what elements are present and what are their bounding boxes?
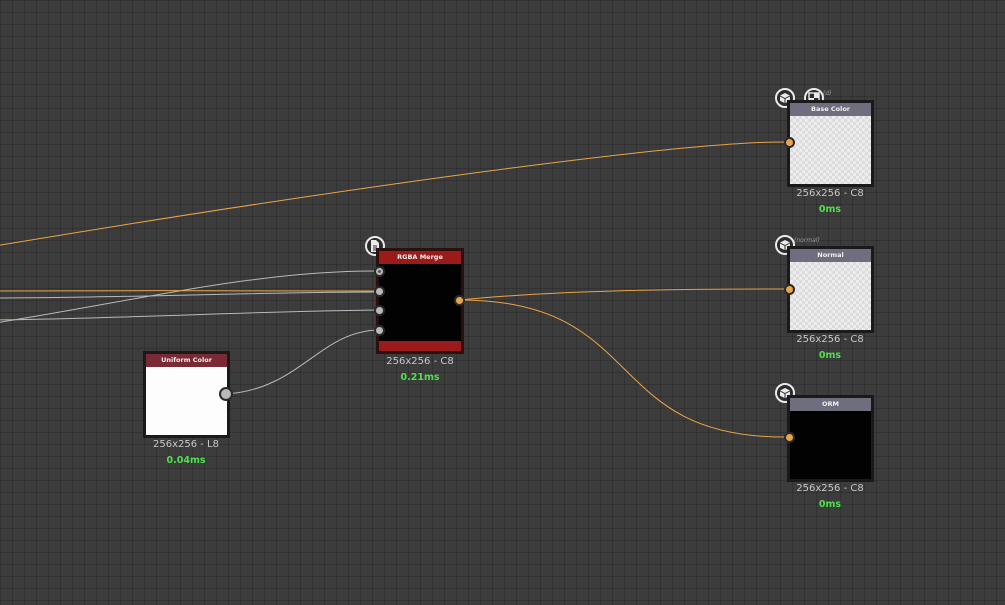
node-preview bbox=[379, 264, 461, 351]
node-title: ORM bbox=[790, 398, 871, 411]
node-preview bbox=[790, 411, 871, 479]
input-port-r[interactable] bbox=[374, 266, 385, 277]
input-port-g[interactable] bbox=[374, 286, 385, 297]
node-title: Uniform Color bbox=[146, 354, 227, 367]
node-time-label: 0ms bbox=[818, 350, 842, 361]
node-title: Base Color bbox=[790, 103, 871, 116]
wire-merge-input-3 bbox=[0, 309, 381, 321]
input-port-b[interactable] bbox=[374, 305, 385, 316]
input-port-a[interactable] bbox=[374, 325, 385, 336]
base-color-node[interactable]: Base Color bbox=[787, 100, 874, 187]
node-time-label: 0.04ms bbox=[166, 455, 206, 466]
node-tag: (normal) bbox=[794, 237, 820, 244]
node-size-label: 256x256 - C8 bbox=[386, 356, 454, 367]
input-port[interactable] bbox=[784, 137, 795, 148]
rgba-merge-node[interactable]: RGBA Merge bbox=[376, 248, 464, 354]
wire-merge-to-normal bbox=[459, 288, 791, 301]
node-preview bbox=[790, 116, 871, 184]
wire-to-base-color bbox=[0, 141, 791, 246]
node-title: RGBA Merge bbox=[379, 251, 461, 264]
node-tag: (d) bbox=[823, 90, 832, 97]
orm-node[interactable]: ORM bbox=[787, 395, 874, 482]
wire-merge-to-orm bbox=[459, 299, 791, 438]
wire-uniform-to-merge bbox=[224, 329, 381, 395]
node-footer bbox=[379, 341, 461, 351]
input-port[interactable] bbox=[784, 284, 795, 295]
node-size-label: 256x256 - C8 bbox=[796, 483, 864, 494]
normal-node[interactable]: Normal bbox=[787, 246, 874, 333]
node-title: Normal bbox=[790, 249, 871, 262]
wire-merge-input-2b bbox=[0, 291, 381, 299]
node-time-label: 0ms bbox=[818, 204, 842, 215]
uniform-color-node[interactable]: Uniform Color bbox=[143, 351, 230, 438]
output-port[interactable] bbox=[454, 295, 465, 306]
node-time-label: 0ms bbox=[818, 499, 842, 510]
node-size-label: 256x256 - C8 bbox=[796, 334, 864, 345]
output-port[interactable] bbox=[219, 387, 233, 401]
node-preview bbox=[146, 367, 227, 435]
node-size-label: 256x256 - C8 bbox=[796, 188, 864, 199]
node-time-label: 0.21ms bbox=[400, 372, 440, 383]
node-preview bbox=[790, 262, 871, 330]
node-size-label: 256x256 - L8 bbox=[153, 439, 219, 450]
input-port[interactable] bbox=[784, 432, 795, 443]
